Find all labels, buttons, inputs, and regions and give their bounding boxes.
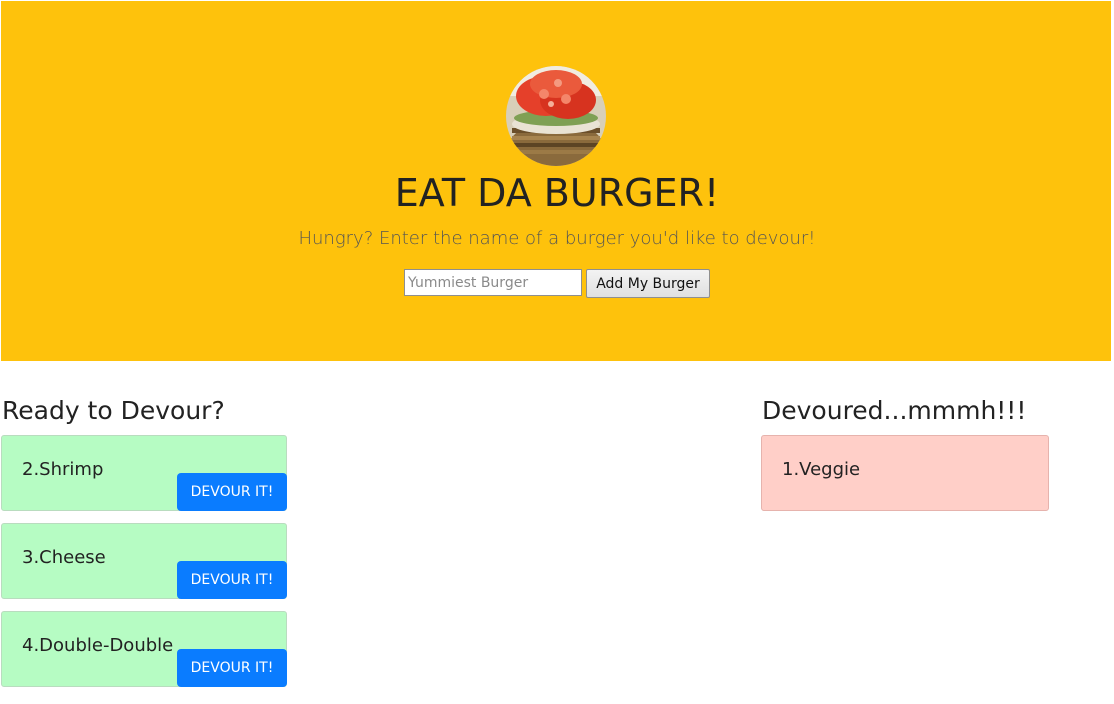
devour-button[interactable]: DEVOUR IT!: [177, 649, 287, 687]
ready-burger-card: 2.Shrimp DEVOUR IT!: [1, 435, 287, 511]
devour-button[interactable]: DEVOUR IT!: [177, 473, 287, 511]
devoured-heading: Devoured...mmmh!!!: [762, 396, 1027, 425]
burger-logo-icon: [506, 66, 606, 166]
burger-image: [506, 66, 606, 166]
devour-button[interactable]: DEVOUR IT!: [177, 561, 287, 599]
burger-name: 3.Cheese: [22, 547, 106, 568]
ready-heading: Ready to Devour?: [2, 396, 225, 425]
burger-name: 2.Shrimp: [22, 459, 104, 480]
burger-name: 4.Double-Double: [22, 635, 174, 656]
devoured-burger-card: 1.Veggie: [761, 435, 1049, 511]
add-burger-button[interactable]: Add My Burger: [586, 269, 710, 298]
page-subtitle: Hungry? Enter the name of a burger you'd…: [298, 228, 816, 249]
burger-name: 1.Veggie: [782, 459, 861, 480]
page-title: EAT DA BURGER!: [394, 171, 720, 215]
ready-burger-card: 3.Cheese DEVOUR IT!: [1, 523, 287, 599]
ready-burger-card: 4.Double-Double DEVOUR IT!: [1, 611, 287, 687]
burger-name-input[interactable]: [404, 269, 582, 296]
jumbotron-header: EAT DA BURGER! Hungry? Enter the name of…: [1, 1, 1111, 361]
